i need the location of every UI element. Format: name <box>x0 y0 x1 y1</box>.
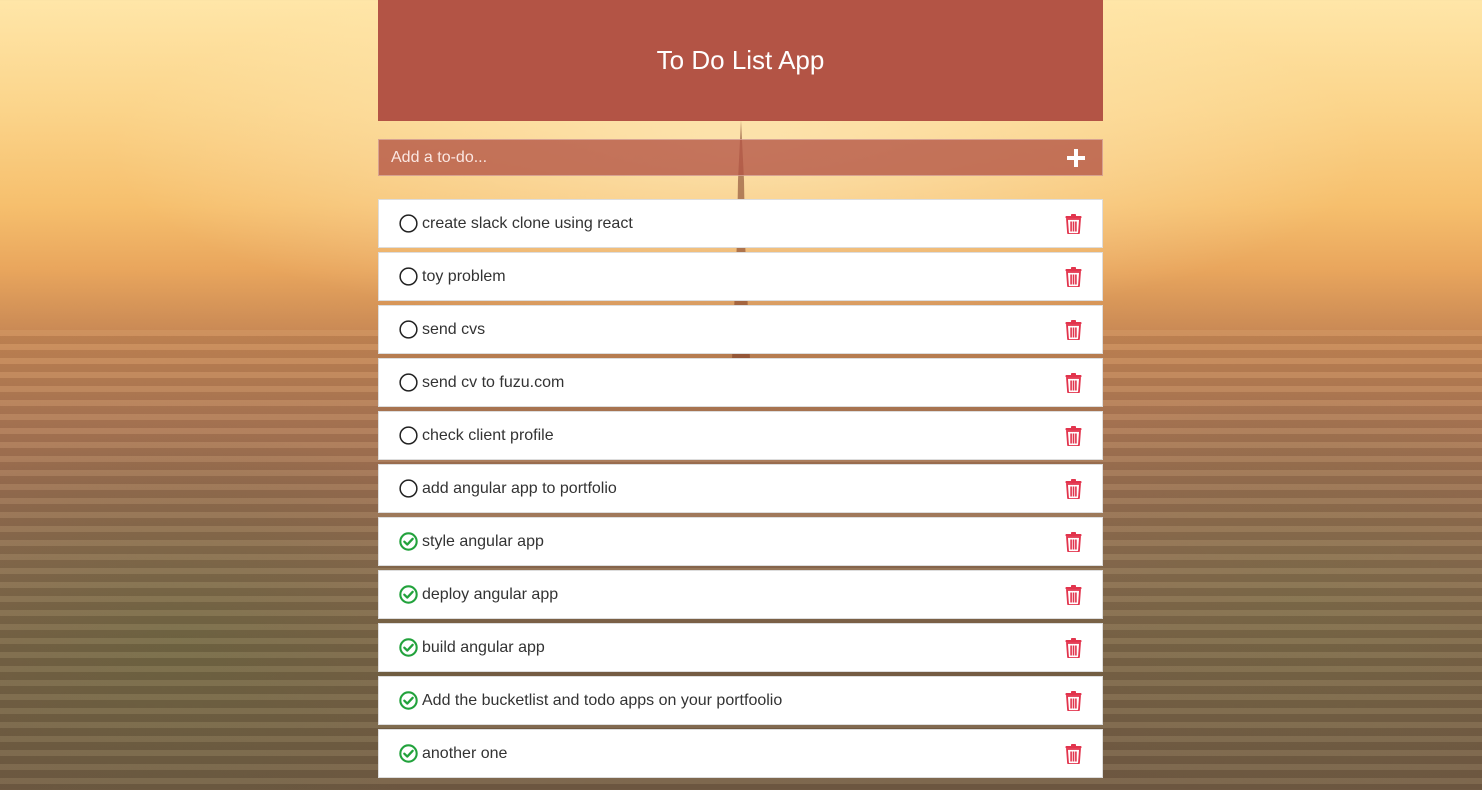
todo-text: toy problem <box>422 267 506 285</box>
check-circle-icon <box>398 638 418 657</box>
check-circle-icon <box>398 744 418 763</box>
todo-checkbox[interactable] <box>398 744 418 764</box>
trash-icon <box>1065 584 1081 605</box>
empty-circle-icon <box>398 214 418 233</box>
todo-item: deploy angular app <box>378 570 1103 619</box>
todo-item: toy problem <box>378 252 1103 301</box>
todo-text: check client profile <box>422 426 554 444</box>
app-title: To Do List App <box>656 45 825 75</box>
todo-item: send cv to fuzu.com <box>378 358 1103 407</box>
todo-checkbox[interactable] <box>398 691 418 711</box>
delete-todo-button[interactable] <box>1062 637 1084 659</box>
add-todo-button[interactable] <box>1050 140 1102 175</box>
todo-text: create slack clone using react <box>422 214 633 232</box>
todo-item: send cvs <box>378 305 1103 354</box>
todo-text: build angular app <box>422 638 545 656</box>
delete-todo-button[interactable] <box>1062 690 1084 712</box>
todo-text: add angular app to portfolio <box>422 479 617 497</box>
trash-icon <box>1065 266 1081 287</box>
todo-item: add angular app to portfolio <box>378 464 1103 513</box>
todo-checkbox[interactable] <box>398 320 418 340</box>
trash-icon <box>1065 372 1081 393</box>
todo-checkbox[interactable] <box>398 267 418 287</box>
todo-list: create slack clone using react toy probl… <box>378 199 1103 778</box>
todo-item: Add the bucketlist and todo apps on your… <box>378 676 1103 725</box>
trash-icon <box>1065 425 1081 446</box>
check-circle-icon <box>398 585 418 604</box>
todo-text: another one <box>422 744 508 762</box>
todo-text: send cv to fuzu.com <box>422 373 565 391</box>
todo-item: style angular app <box>378 517 1103 566</box>
check-circle-icon <box>398 532 418 551</box>
todo-text: deploy angular app <box>422 585 559 603</box>
trash-icon <box>1065 743 1081 764</box>
todo-item: another one <box>378 729 1103 778</box>
delete-todo-button[interactable] <box>1062 319 1084 341</box>
trash-icon <box>1065 319 1081 340</box>
todo-item: create slack clone using react <box>378 199 1103 248</box>
empty-circle-icon <box>398 320 418 339</box>
todo-app: To Do List App create slack clone using … <box>378 0 1103 790</box>
app-header: To Do List App <box>378 0 1103 121</box>
todo-checkbox[interactable] <box>398 532 418 552</box>
check-circle-icon <box>398 691 418 710</box>
todo-text: send cvs <box>422 320 486 338</box>
todo-checkbox[interactable] <box>398 585 418 605</box>
empty-circle-icon <box>398 479 418 498</box>
todo-text: Add the bucketlist and todo apps on your… <box>422 691 783 709</box>
delete-todo-button[interactable] <box>1062 425 1084 447</box>
trash-icon <box>1065 478 1081 499</box>
todo-checkbox[interactable] <box>398 214 418 234</box>
trash-icon <box>1065 637 1081 658</box>
delete-todo-button[interactable] <box>1062 478 1084 500</box>
empty-circle-icon <box>398 373 418 392</box>
todo-checkbox[interactable] <box>398 373 418 393</box>
add-todo-input[interactable] <box>379 140 1050 175</box>
trash-icon <box>1065 213 1081 234</box>
trash-icon <box>1065 531 1081 552</box>
delete-todo-button[interactable] <box>1062 372 1084 394</box>
delete-todo-button[interactable] <box>1062 531 1084 553</box>
empty-circle-icon <box>398 426 418 445</box>
todo-item: build angular app <box>378 623 1103 672</box>
todo-checkbox[interactable] <box>398 479 418 499</box>
todo-text: style angular app <box>422 532 544 550</box>
empty-circle-icon <box>398 267 418 286</box>
delete-todo-button[interactable] <box>1062 213 1084 235</box>
trash-icon <box>1065 690 1081 711</box>
todo-item: check client profile <box>378 411 1103 460</box>
delete-todo-button[interactable] <box>1062 743 1084 765</box>
todo-checkbox[interactable] <box>398 638 418 658</box>
delete-todo-button[interactable] <box>1062 266 1084 288</box>
add-todo-bar <box>378 139 1103 176</box>
delete-todo-button[interactable] <box>1062 584 1084 606</box>
todo-checkbox[interactable] <box>398 426 418 446</box>
plus-icon <box>1067 148 1085 167</box>
